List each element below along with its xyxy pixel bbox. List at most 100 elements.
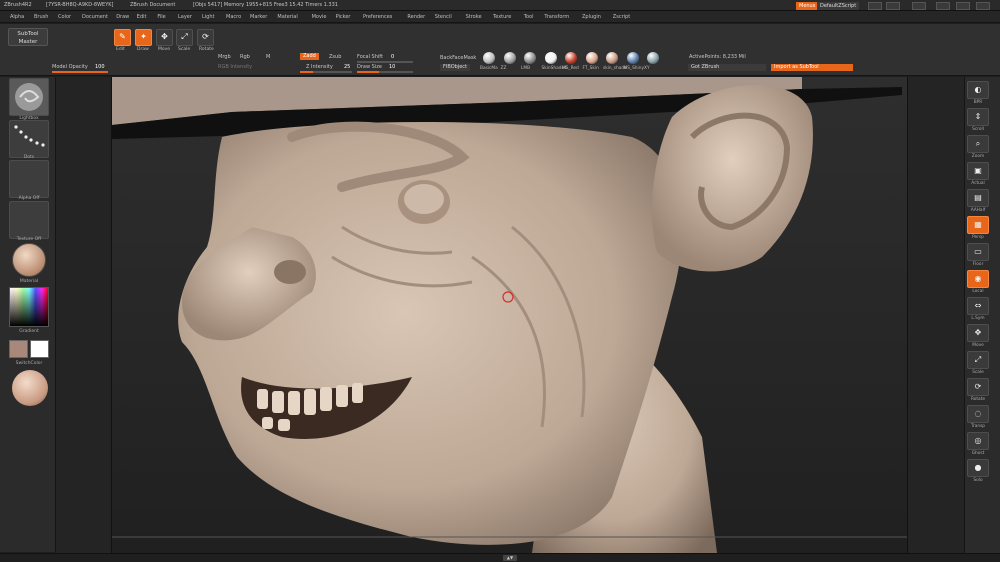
material-swatch-label: FT_Skin [582, 66, 599, 71]
menu-brush[interactable]: Brush [34, 11, 48, 23]
sculpt-model [112, 77, 907, 553]
ghost-button[interactable]: ◎ [967, 432, 989, 450]
menu-zplugin[interactable]: Zplugin [582, 11, 601, 23]
zadd-button[interactable]: Zadd [300, 53, 319, 60]
menu-texture[interactable]: Texture [493, 11, 511, 23]
import-as-subtool-button[interactable]: Import as SubTool [771, 64, 853, 71]
close-icon[interactable] [976, 2, 990, 10]
fib-object-button[interactable]: FIBObject [440, 64, 470, 71]
menus-toggle[interactable]: Menus [796, 2, 819, 10]
draw-size-fill [357, 71, 379, 73]
menu-marker[interactable]: Marker [250, 11, 267, 23]
solo-button[interactable]: ● [967, 459, 989, 477]
material-swatch[interactable] [524, 52, 536, 64]
layout-icon[interactable] [868, 2, 882, 10]
ghost-label: Ghost [971, 451, 985, 456]
scale-button[interactable]: ⤢ [967, 351, 989, 369]
tool-thumbnail[interactable] [12, 370, 48, 406]
menu-picker[interactable]: Picker [336, 11, 351, 23]
menu-alpha[interactable]: Alpha [10, 11, 24, 23]
color-picker[interactable] [9, 287, 49, 327]
texture-thumbnail[interactable] [9, 201, 49, 239]
bottom-tray-handle[interactable]: ▲▼ [503, 555, 517, 561]
scale-icon: ⤢ [181, 32, 188, 41]
minimize-icon[interactable] [936, 2, 950, 10]
floor-button[interactable]: ▭ [967, 243, 989, 261]
menu-light[interactable]: Light [202, 11, 214, 23]
draw-icon: ✦ [140, 32, 147, 41]
material-swatch[interactable] [483, 52, 495, 64]
menu-tool[interactable]: Tool [524, 11, 534, 23]
rotate-button[interactable]: ⟳ [967, 378, 989, 396]
menu-movie[interactable]: Movie [312, 11, 327, 23]
menu-material[interactable]: Material [277, 11, 297, 23]
menu-draw[interactable]: Draw [116, 11, 129, 23]
material-swatch[interactable] [647, 52, 659, 64]
rgb-button[interactable]: Rgb [240, 54, 250, 60]
subtool-master-button[interactable]: SubTool Master [8, 28, 48, 46]
material-swatch[interactable] [565, 52, 577, 64]
z-intensity-label: Z Intensity [306, 64, 333, 70]
material-swatch[interactable] [544, 52, 557, 64]
scale-mode-button[interactable]: ⤢ [176, 29, 193, 46]
actual-button[interactable]: ▣ [967, 162, 989, 180]
main-color-swatch[interactable] [9, 340, 28, 358]
transp-button[interactable]: ◌ [967, 405, 989, 423]
maximize-icon[interactable] [956, 2, 970, 10]
document-canvas[interactable] [111, 77, 908, 553]
material-swatch[interactable] [626, 52, 639, 64]
mrgb-button[interactable]: Mrgb [218, 54, 231, 60]
brush-thumbnail[interactable] [9, 78, 49, 116]
bpr-button[interactable]: ◐ [967, 81, 989, 99]
move-mode-button[interactable]: ✥ [156, 29, 173, 46]
material-swatch[interactable] [503, 52, 516, 64]
title-bar: ZBrush4R2 [7YSR-BH8Q-A9KD-8WEYK] ZBrush … [0, 0, 1000, 11]
draw-mode-button[interactable]: ✦ [135, 29, 152, 46]
transp-label: Transp [970, 424, 986, 429]
rotate-mode-button[interactable]: ⟳ [197, 29, 214, 46]
stroke-thumbnail[interactable] [9, 120, 49, 158]
material-swatch-label: LMB [521, 66, 531, 71]
help-icon[interactable] [912, 2, 926, 10]
secondary-color-swatch[interactable] [30, 340, 49, 358]
menu-stroke[interactable]: Stroke [466, 11, 482, 23]
m-button[interactable]: M [266, 54, 270, 60]
persp-button[interactable]: ▦ [967, 216, 989, 234]
default-zscript-button[interactable]: DefaultZScript [817, 2, 860, 10]
zoom-button[interactable]: ⌕ [967, 135, 989, 153]
menu-layer[interactable]: Layer [178, 11, 192, 23]
menu-preferences[interactable]: Preferences [363, 11, 392, 23]
floor-icon: ▭ [974, 247, 982, 256]
focal-shift-slider[interactable] [357, 61, 413, 63]
alpha-thumbnail[interactable] [9, 160, 49, 198]
scroll-button[interactable]: ⇕ [967, 108, 989, 126]
menu-render[interactable]: Render [407, 11, 425, 23]
menu-color[interactable]: Color [58, 11, 71, 23]
lsym-button[interactable]: ⇔ [967, 297, 989, 315]
menu-transform[interactable]: Transform [544, 11, 569, 23]
menu-file[interactable]: File [157, 11, 165, 23]
zsub-button[interactable]: Zsub [329, 54, 341, 60]
material-swatch[interactable] [585, 52, 598, 64]
menu-document[interactable]: Document [82, 11, 108, 23]
menu-zscript[interactable]: Zscript [613, 11, 630, 23]
dots-stroke-icon [14, 125, 45, 147]
menu-edit[interactable]: Edit [137, 11, 147, 23]
zoom-label: Zoom [971, 154, 985, 159]
material-swatch-label: MS_Red [562, 66, 579, 71]
edit-mode-button[interactable]: ✎ [114, 29, 131, 46]
menu-macro[interactable]: Macro [226, 11, 241, 23]
local-button[interactable]: ◉ [967, 270, 989, 288]
color-scheme-icon[interactable] [886, 2, 900, 10]
backface-mask-button[interactable]: BackFaceMask [440, 55, 476, 61]
got-zbrush-button[interactable]: Got ZBrush [688, 64, 766, 71]
local-icon: ◉ [974, 274, 982, 283]
bpr-icon: ◐ [974, 85, 982, 94]
menu-stencil[interactable]: Stencil [435, 11, 452, 23]
aahalf-button[interactable]: ▤ [967, 189, 989, 207]
rgb-intensity-slider[interactable]: RGB Intensity [218, 64, 252, 70]
floor-label: Floor [972, 262, 984, 267]
move-button[interactable]: ✥ [967, 324, 989, 342]
material-thumbnail[interactable] [12, 243, 46, 277]
material-swatch[interactable] [606, 52, 618, 64]
